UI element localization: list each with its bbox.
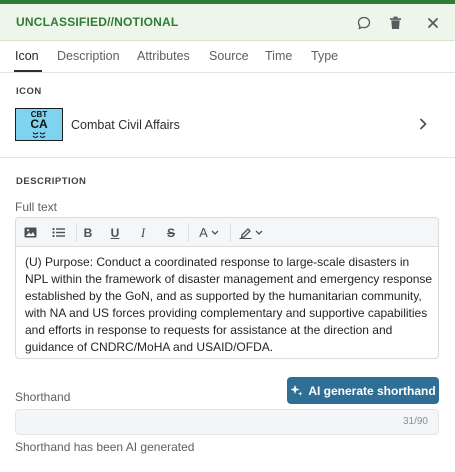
text-color-icon: A (199, 225, 208, 240)
image-icon (24, 227, 36, 238)
shorthand-field: 31/90 (15, 409, 439, 435)
italic-button[interactable]: I (136, 224, 150, 241)
character-counter: 31/90 (402, 416, 428, 427)
chevron-right-icon (420, 118, 427, 130)
icon-selector-row[interactable]: CBT CA Combat Civil Affairs (0, 104, 455, 148)
unit-symbol-text: CA (30, 117, 48, 131)
full-text-label: Full text (15, 200, 58, 214)
classification-banner: UNCLASSIFIED//NOTIONAL (16, 15, 179, 29)
tab-type[interactable]: Type (311, 49, 338, 63)
active-tab-indicator (14, 70, 42, 72)
tab-attributes[interactable]: Attributes (137, 49, 190, 63)
icon-section-label: ICON (16, 86, 42, 97)
bold-button[interactable]: B (81, 224, 95, 241)
delete-button[interactable] (385, 13, 405, 33)
trash-icon (389, 16, 401, 29)
shorthand-label: Shorthand (15, 390, 71, 404)
unit-name: Combat Civil Affairs (71, 118, 180, 132)
toolbar-separator (76, 223, 77, 242)
toolbar-separator (188, 223, 189, 242)
close-icon (428, 18, 438, 28)
text-color-dropdown[interactable]: A (194, 224, 224, 241)
comment-button[interactable] (354, 13, 374, 33)
insert-image-button[interactable] (22, 224, 38, 241)
highlight-icon (239, 227, 252, 239)
panel-header: UNCLASSIFIED//NOTIONAL (0, 4, 455, 41)
underline-button[interactable]: U (108, 224, 122, 241)
strikethrough-button[interactable]: S (164, 224, 178, 241)
ai-generate-shorthand-label: AI generate shorthand (308, 383, 436, 398)
section-divider (0, 157, 455, 158)
close-button[interactable] (423, 13, 443, 33)
unit-symbol-icon: CBT CA (15, 108, 63, 141)
toolbar-separator (230, 223, 231, 242)
chevron-down-icon (211, 230, 219, 235)
full-text-content[interactable]: (U) Purpose: Conduct a coordinated respo… (25, 254, 435, 356)
highlight-dropdown[interactable] (236, 224, 266, 241)
chevron-down-icon (255, 230, 263, 235)
comment-icon (357, 16, 371, 30)
editor-toolbar: B U I S A (16, 218, 438, 247)
tab-bar: Icon Description Attributes Source Time … (0, 41, 455, 73)
rich-text-editor[interactable]: B U I S A (U) Purpose: Conduct a coordin… (15, 217, 439, 359)
sparkle-icon (290, 385, 303, 396)
ai-generate-shorthand-button[interactable]: AI generate shorthand (287, 377, 439, 404)
description-section-label: DESCRIPTION (16, 176, 87, 187)
bulleted-list-button[interactable] (50, 224, 66, 241)
bulleted-list-icon (51, 227, 65, 238)
tab-description[interactable]: Description (57, 49, 120, 63)
ai-generated-note: Shorthand has been AI generated (15, 440, 195, 454)
tab-source[interactable]: Source (209, 49, 249, 63)
shorthand-input[interactable] (16, 410, 396, 434)
tab-time[interactable]: Time (265, 49, 292, 63)
tab-icon[interactable]: Icon (15, 49, 39, 63)
unit-symbol-glyph (32, 132, 46, 138)
